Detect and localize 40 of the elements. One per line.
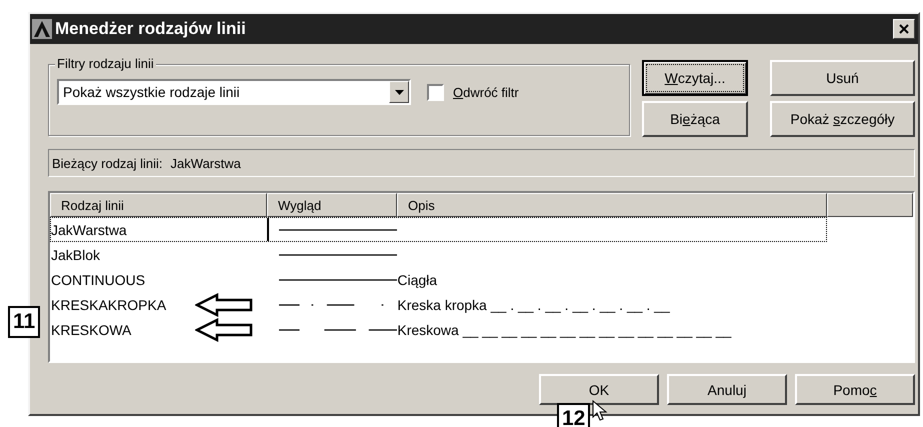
dialog-button[interactable]: Wczytaj... (642, 60, 748, 96)
table-row[interactable]: JakBlok (50, 242, 827, 267)
table-cell: Kreskowa __ __ __ __ __ __ __ __ __ __ __ __ __ __ (397, 322, 732, 338)
table-row[interactable]: KRESKAKROPKA Kreska kropka __ . __ . __ . __ . __ . __ . __ (50, 292, 827, 317)
column-header[interactable]: Rodzaj linii (50, 193, 267, 217)
line-sample-icon (279, 276, 398, 282)
line-sample-icon (279, 226, 398, 232)
close-icon (899, 24, 909, 34)
app-logo-icon (32, 19, 52, 39)
callout-label: 11 (8, 306, 40, 338)
table-cell: Ciągła (397, 272, 438, 288)
table-row[interactable]: JakWarstwa (50, 217, 827, 242)
window-title: Menedżer rodzajów linii (55, 19, 247, 39)
checkbox-label[interactable]: Odwróć filtr (453, 84, 519, 100)
table-cell: JakBlok (51, 246, 100, 262)
table-cell: CONTINUOUS (51, 272, 146, 288)
column-header[interactable]: Opis (397, 193, 827, 217)
dialog-button[interactable]: Anuluj (667, 374, 787, 405)
callout-label: 12 (557, 403, 590, 427)
dropdown-arrow-icon (394, 90, 404, 94)
table-row[interactable]: KRESKOWA Kreskowa __ __ __ __ __ __ __ __ __ __ __ __ __ __ (50, 317, 827, 342)
close-button[interactable] (893, 19, 915, 39)
group-label: Filtry rodzaju linii (55, 56, 156, 71)
dialog-button[interactable]: Bieżąca (642, 101, 748, 137)
invert-checkbox[interactable] (427, 84, 444, 100)
dialog-button[interactable]: Usuń (770, 60, 915, 96)
line-sample-icon (279, 252, 398, 258)
line-sample-icon (279, 326, 398, 332)
current-linetype-value: JakWarstwa (170, 156, 241, 170)
filter-dropdown[interactable]: Pokaż wszystkie rodzaje linii (57, 79, 411, 105)
table-cell: KRESKAKROPKA (51, 296, 166, 312)
current-linetype-label: Bieżący rodzaj linii: (52, 156, 163, 170)
dialog-button[interactable]: OK (539, 374, 659, 405)
table-cell: KRESKOWA (51, 322, 132, 338)
table-row[interactable]: CONTINUOUS Ciągła (50, 267, 827, 292)
table-cell: JakWarstwa (51, 222, 127, 238)
dialog-button[interactable]: Pokaż szczegóły (770, 101, 915, 137)
column-header[interactable]: Wygląd (267, 193, 397, 217)
dialog-button[interactable]: Pomoc (795, 374, 915, 405)
table-cell: Kreska kropka __ . __ . __ . __ . __ . __ . __ (397, 296, 670, 312)
